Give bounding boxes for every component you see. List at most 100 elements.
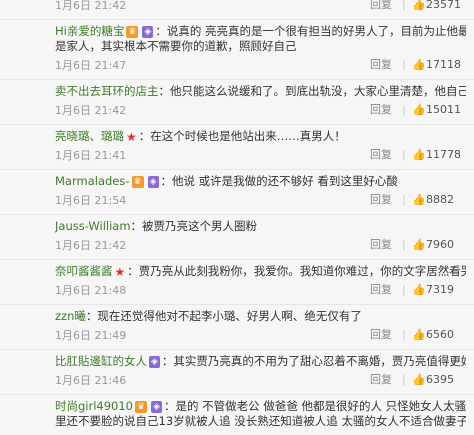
comment-item: 比肛貼邊缸的女人 ◈ ：其实贾乃亮真的不用为了甜心忍着不离婚，贾乃亮值得更好的 1月… [0,350,474,395]
comment-username[interactable]: zzn曦 [55,309,86,323]
comment-item: Marmalades- ♛ ◈ ：他说 或许是我做的还不够好 看到这里好心酸 1月6日… [0,170,474,215]
comment-time: 1月6日 21:42 [55,0,127,12]
comment-meta: 1月6日 21:46 回复 | 👍6395 [55,371,466,389]
comment-text: ：贾乃亮从此刻我粉你，我爱你。我知道你难过，你的文字居然看哭了 [127,264,466,278]
comment-time: 1月6日 21:49 [55,329,127,342]
comment-meta: 1月6日 21:42 回复 | 👍7960 [55,236,466,254]
reply-button[interactable]: 回复 [370,0,402,14]
comment-meta: 1月6日 21:41 回复 | 👍11778 [55,146,466,164]
comment-actions: 回复 | 👍8882 [370,191,466,209]
comment-text: 里还不要脸的说自己13岁就被人追 没长熟还知道被人追 太骚的女人不适合做妻子 只… [55,414,466,428]
comment-username[interactable]: 奈叩酱酱酱 [55,264,113,278]
reply-button[interactable]: 回复 [370,281,402,299]
comment-username[interactable]: Hi亲爱的糖宝 [55,24,124,38]
divider: | [402,328,406,341]
like-count: 23571 [426,0,461,11]
comment-time: 1月6日 21:42 [55,239,127,252]
comment-text: 是家人，其实根本不需要你的道歉，照顾好自己 [55,39,297,53]
thumbs-up-icon[interactable]: 👍 [412,371,426,389]
divider: | [402,148,406,161]
comment-item: 卖不出去耳环的店主：他只能这么说缓和了。到底出轨没，大家心里清楚，他自己也不傻 … [0,80,474,125]
comment-meta: 1月6日 21:42 回复 | 👍15011 [55,101,466,119]
divider: | [402,0,406,11]
comment-body-cont: 里还不要脸的说自己13岁就被人追 没长熟还知道被人追 太骚的女人不适合做妻子 只… [55,414,466,429]
reply-button[interactable]: 回复 [370,146,402,164]
divider: | [402,58,406,71]
comment-time: 1月6日 21:48 [55,284,127,297]
thumbs-up-icon[interactable]: 👍 [412,101,426,119]
thumbs-up-icon[interactable]: 👍 [412,281,426,299]
comment-actions: 回复 | 👍15011 [370,101,466,119]
comment-text: ：他只能这么说缓和了。到底出轨没，大家心里清楚，他自己也不傻 [158,84,467,98]
member-badge-icon: ◈ [142,25,154,38]
comment-text: ：被贾乃亮这个男人圈粉 [130,219,258,233]
like-count: 7960 [426,238,454,251]
reply-button[interactable]: 回复 [370,101,402,119]
member-badge-icon: ◈ [149,355,160,368]
comment-body: 奈叩酱酱酱 ★ ：贾乃亮从此刻我粉你，我爱你。我知道你难过，你的文字居然看哭了 [55,264,466,279]
comment-actions: 回复 | 👍7319 [370,281,466,299]
reply-button[interactable]: 回复 [370,326,402,344]
divider: | [402,373,406,386]
comment-item: Hi亲爱的糖宝♛◈：说真的 亮亮真的是一个很有担当的好男人了，目前为止他最担心的… [0,20,474,80]
comment-username[interactable]: Jauss-William [55,219,131,233]
comment-meta: 1月6日 21:49 回复 | 👍6560 [55,326,466,344]
comment-time: 1月6日 21:54 [55,194,127,207]
comment-meta: 1月6日 21:48 回复 | 👍7319 [55,281,466,299]
comment-text: ：在这个时候也是他站出来……真男人！ [138,129,346,143]
level-badge-icon: ♛ [131,175,144,188]
comment-body: Jauss-William：被贾乃亮这个男人圈粉 [55,219,466,234]
reply-button[interactable]: 回复 [370,56,402,74]
like-count: 15011 [426,103,461,116]
comment-body: zzn曦：现在还觉得他对不起李小璐、好男人啊、绝无仅有了 [55,309,466,324]
comment-body: 比肛貼邊缸的女人 ◈ ：其实贾乃亮真的不用为了甜心忍着不离婚，贾乃亮值得更好的 [55,354,466,369]
comment-username[interactable]: 比肛貼邊缸的女人 [55,354,147,368]
comment-username[interactable]: 卖不出去耳环的店主 [55,84,159,98]
thumbs-up-icon[interactable]: 👍 [412,146,426,164]
thumbs-up-icon[interactable]: 👍 [412,0,426,14]
comment-username[interactable]: 时尚girl49010 [55,399,133,413]
comment-item: Jauss-William：被贾乃亮这个男人圈粉 1月6日 21:42 回复 | 👍… [0,215,474,260]
comment-item: 1月6日 21:42 回复 | 👍23571 [0,0,474,20]
divider: | [402,193,406,206]
red-star-icon: ★ [126,129,137,144]
member-badge-icon: ◈ [147,175,159,188]
reply-button[interactable]: 回复 [370,371,402,389]
thumbs-up-icon[interactable]: 👍 [412,236,426,254]
thumbs-up-icon[interactable]: 👍 [412,56,426,74]
reply-button[interactable]: 回复 [370,236,402,254]
comment-time: 1月6日 21:46 [55,374,127,387]
comment-username[interactable]: 亮晓璐、璐璐 [55,129,124,143]
like-count: 11778 [426,148,461,161]
red-star-icon: ★ [114,264,126,279]
comment-text: ：是的 不管做老公 做爸爸 他都是很好的人 只怪她女人太骚 在旅行社 [164,399,466,413]
thumbs-up-icon[interactable]: 👍 [412,326,426,344]
like-count: 17118 [426,58,461,71]
comment-list: 1月6日 21:42 回复 | 👍23571 Hi亲爱的糖宝 ♛ ◈ ：说真的 亮亮真的是… [0,0,474,435]
comment-meta: 1月6日 21:54 回复 | 👍8882 [55,191,466,209]
reply-button[interactable]: 回复 [370,191,402,209]
comment-actions: 回复 | 👍6395 [370,371,466,389]
thumbs-up-icon[interactable]: 👍 [412,191,426,209]
comment-username[interactable]: Marmalades- [55,174,130,188]
comment-body: 亮晓璐、璐璐 ★ ：在这个时候也是他站出来……真男人！ [55,129,466,144]
divider: | [402,238,406,251]
comment-body: Marmalades- ♛ ◈ ：他说 或许是我做的还不够好 看到这里好心酸 [55,174,466,189]
comment-item: zzn曦：现在还觉得他对不起李小璐、好男人啊、绝无仅有了 1月6日 21:49 … [0,305,474,350]
comment-actions: 回复 | 👍11778 [370,146,466,164]
comment-text: ：他说 或许是我做的还不够好 看到这里好心酸 [160,174,398,188]
divider: | [402,103,406,116]
comment-item: 亮晓璐、璐璐 ★ ：在这个时候也是他站出来……真男人！ 1月6日 21:41 回复 |… [0,125,474,170]
comment-body: 时尚girl49010 ♛ ◈ ：是的 不管做老公 做爸爸 他都是很好的人 只怪她女人… [55,399,466,414]
comment-actions: 回复 | 👍6560 [370,326,466,344]
comment-item: 奈叩酱酱酱 ★ ：贾乃亮从此刻我粉你，我爱你。我知道你难过，你的文字居然看哭了 1月… [0,260,474,305]
member-badge-icon: ◈ [151,400,163,413]
comment-body: Hi亲爱的糖宝♛◈：说真的 亮亮真的是一个很有担当的好男人了，目前为止他最担心的… [55,24,466,39]
comment-text: ：说真的 亮亮真的是一个很有担当的好男人了，目前为止他最担心的还 [155,24,466,38]
like-count: 6395 [426,373,454,386]
comment-time: 1月6日 21:41 [55,149,127,162]
like-count: 6560 [426,328,454,341]
like-count: 7319 [426,283,454,296]
comment-body: 卖不出去耳环的店主：他只能这么说缓和了。到底出轨没，大家心里清楚，他自己也不傻 [55,84,466,99]
comment-actions: 回复 | 👍17118 [370,56,466,74]
